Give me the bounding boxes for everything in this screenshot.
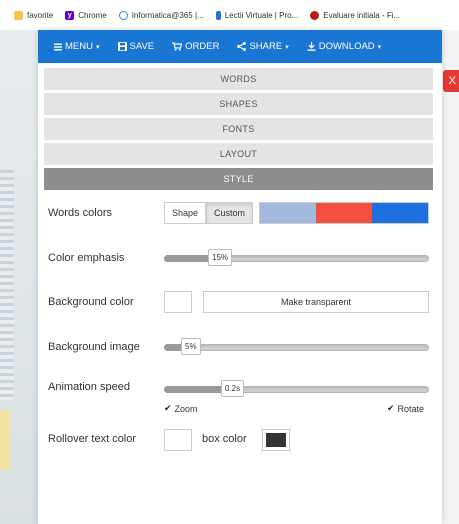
rotate-label: Rotate — [397, 403, 425, 414]
color-swatch[interactable] — [372, 203, 428, 223]
background-accent — [0, 410, 10, 470]
cart-icon — [172, 42, 183, 51]
bookmark-favorite[interactable]: favorite — [14, 10, 54, 20]
bookmark-label: Lectii Virtuale | Pro... — [224, 10, 299, 20]
bookmark-label: Evaluare initiala - Fi... — [323, 10, 401, 20]
color-mode-toggle: Shape Custom — [164, 202, 254, 224]
share-button[interactable]: SHARE ▾ — [237, 41, 289, 52]
download-label: DOWNLOAD — [318, 41, 375, 52]
menu-icon — [54, 43, 62, 50]
save-icon — [117, 42, 127, 51]
bookmark-evaluare[interactable]: Evaluare initiala - Fi... — [310, 10, 401, 20]
background-image-label: Background image — [48, 341, 140, 353]
wordpress-icon — [118, 10, 128, 20]
zoom-checkbox[interactable]: ✔ Zoom — [164, 403, 198, 414]
color-swatches — [259, 202, 429, 224]
share-label: SHARE — [249, 41, 283, 52]
section-fonts[interactable]: FONTS — [44, 118, 433, 140]
color-swatch[interactable] — [316, 203, 372, 223]
bookmark-label: Chrome — [78, 10, 107, 20]
rotate-checkbox[interactable]: ✔ Rotate — [387, 403, 424, 414]
color-emphasis-label: Color emphasis — [48, 252, 125, 264]
bookmark-label: favorite — [27, 10, 54, 20]
lectii-icon — [215, 10, 221, 20]
slider-handle[interactable]: 5% — [181, 338, 201, 355]
checkmark-icon: ✔ — [387, 403, 395, 413]
slider-fill — [164, 386, 223, 393]
slider-handle[interactable]: 0.2s — [221, 380, 245, 397]
box-color-label: box color — [202, 433, 247, 445]
share-icon — [237, 42, 247, 51]
bookmarks-bar: favorite y Chrome Informatica@365 |... L… — [0, 0, 459, 30]
chevron-down-icon: ▾ — [95, 43, 100, 51]
section-accordion: WORDS SHAPES FONTS LAYOUT STYLE — [44, 68, 433, 193]
chevron-down-icon: ▾ — [285, 43, 289, 51]
animation-speed-slider[interactable]: 0.2s — [164, 380, 429, 397]
checkmark-icon: ✔ — [164, 403, 172, 413]
color-swatch[interactable] — [260, 203, 316, 223]
download-button[interactable]: DOWNLOAD ▾ — [307, 41, 381, 52]
bookmark-chrome[interactable]: y Chrome — [65, 10, 107, 20]
background-pattern — [0, 170, 14, 400]
background-image-slider[interactable]: 5% — [164, 338, 429, 355]
close-icon: X — [448, 75, 456, 87]
download-icon — [307, 42, 316, 51]
close-tab-button[interactable]: X — [443, 70, 459, 92]
order-button[interactable]: ORDER — [172, 41, 219, 52]
save-label: SAVE — [129, 41, 155, 52]
box-color-picker[interactable] — [262, 429, 290, 451]
section-layout[interactable]: LAYOUT — [44, 143, 433, 165]
section-words[interactable]: WORDS — [44, 68, 433, 90]
bookmark-label: Informatica@365 |... — [131, 10, 204, 20]
slider-track — [164, 344, 429, 351]
menu-button[interactable]: MENU ▾ — [54, 41, 100, 52]
slider-fill — [164, 255, 210, 262]
top-toolbar: MENU ▾ SAVE ORDER SHARE ▾ DOWNLOAD ▾ — [38, 30, 442, 63]
color-emphasis-slider[interactable]: 15% — [164, 249, 429, 266]
custom-color-button[interactable]: Custom — [206, 202, 254, 224]
animation-speed-label: Animation speed — [48, 381, 130, 393]
bookmark-lectii[interactable]: Lectii Virtuale | Pro... — [215, 10, 299, 20]
make-transparent-button[interactable]: Make transparent — [203, 291, 429, 313]
word-cloud-app: MENU ▾ SAVE ORDER SHARE ▾ DOWNLOAD ▾ WOR… — [38, 30, 442, 524]
zoom-label: Zoom — [174, 403, 198, 414]
bookmark-informatica[interactable]: Informatica@365 |... — [118, 10, 204, 20]
chevron-down-icon: ▾ — [377, 43, 382, 51]
background-color-picker[interactable] — [164, 291, 192, 313]
box-color-swatch — [266, 433, 286, 447]
words-colors-label: Words colors — [48, 207, 112, 219]
shield-icon — [310, 10, 320, 20]
rollover-text-color-picker[interactable] — [164, 429, 192, 451]
order-label: ORDER — [185, 41, 220, 52]
background-strip — [0, 30, 38, 524]
save-button[interactable]: SAVE — [117, 41, 155, 52]
rollover-text-color-label: Rollover text color — [48, 433, 137, 445]
section-shapes[interactable]: SHAPES — [44, 93, 433, 115]
shape-color-button[interactable]: Shape — [164, 202, 207, 224]
menu-label: MENU — [65, 41, 93, 52]
section-style[interactable]: STYLE — [44, 168, 433, 190]
slider-handle[interactable]: 15% — [208, 249, 233, 266]
folder-icon — [14, 10, 23, 20]
yahoo-icon: y — [65, 10, 75, 20]
background-color-label: Background color — [48, 296, 134, 308]
